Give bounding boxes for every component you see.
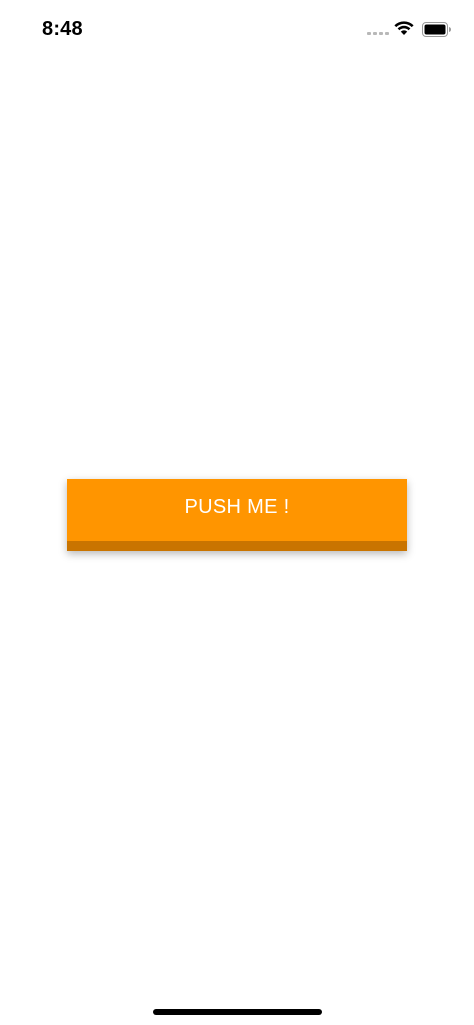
- battery-icon: [422, 22, 451, 37]
- signal-icon: [367, 32, 389, 35]
- status-time: 8:48: [42, 18, 83, 40]
- home-indicator[interactable]: [153, 1009, 322, 1015]
- status-bar: 8:48: [0, 0, 474, 60]
- push-me-button[interactable]: PUSH ME !: [67, 479, 407, 551]
- wifi-icon: [394, 21, 414, 35]
- push-me-label: PUSH ME !: [184, 496, 290, 518]
- button-bottom-edge: [67, 541, 407, 551]
